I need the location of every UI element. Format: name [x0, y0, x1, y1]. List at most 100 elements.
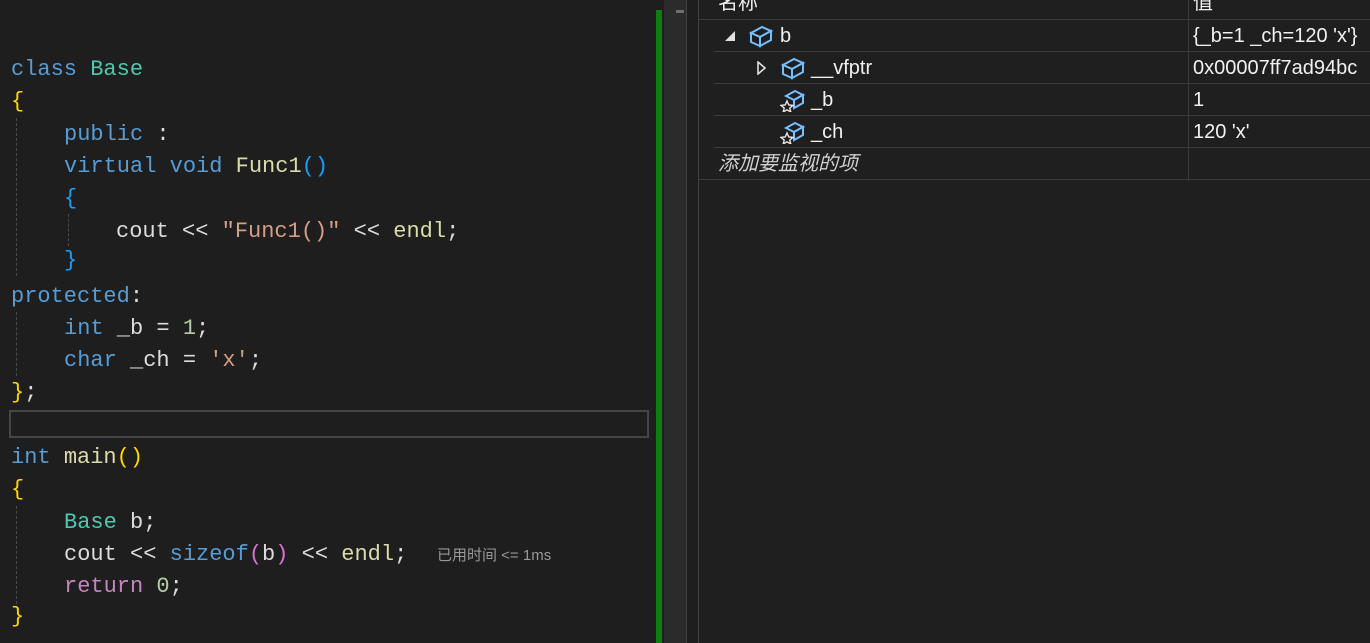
punctuation-token: ;: [169, 574, 183, 599]
punctuation-token: ;: [394, 542, 408, 567]
keyword-token: class: [11, 57, 78, 82]
indent-guide: [16, 312, 17, 376]
watch-header: 名称 值: [699, 0, 1370, 20]
keyword-token: char: [64, 348, 117, 373]
watch-row[interactable]: __vfptr 0x00007ff7ad94bc: [714, 52, 1370, 84]
indent-guide: [16, 118, 17, 276]
protected-field-icon: [780, 89, 806, 112]
code-line: virtual void Func1(): [64, 151, 328, 183]
keyword-token: void: [169, 154, 223, 179]
add-watch-placeholder[interactable]: 添加要监视的项: [718, 148, 858, 180]
number-token: 1: [182, 316, 197, 341]
indent-guide: [16, 506, 17, 604]
brace-token: {: [64, 186, 78, 211]
code-line: };: [11, 377, 37, 409]
identifier-token: _b =: [103, 316, 183, 341]
identifier-token: b;: [116, 510, 157, 535]
operator-token: <<: [116, 542, 170, 567]
code-line: {: [64, 183, 77, 215]
paren-token: (: [248, 542, 263, 567]
brace-token: }: [64, 248, 78, 273]
identifier-token: b: [262, 542, 276, 567]
operator-token: <<: [168, 219, 222, 244]
punctuation-token: ;: [24, 380, 38, 405]
change-tracking-bar: [656, 10, 662, 643]
expanded-triangle-icon[interactable]: [724, 30, 736, 42]
scroll-up-icon[interactable]: [676, 10, 684, 13]
operator-token: <<: [288, 542, 342, 567]
paren-token: (): [116, 445, 144, 470]
code-line: }: [64, 245, 77, 277]
identifier-token: endl: [393, 219, 447, 244]
code-line: cout << sizeof(b) << endl;: [64, 539, 407, 571]
code-line: int main(): [11, 442, 143, 474]
pane-splitter[interactable]: [686, 0, 699, 643]
class-name-token: Base: [90, 57, 144, 82]
type-token: Base: [64, 510, 117, 535]
keyword-token: protected: [11, 284, 130, 309]
identifier-token: cout: [64, 542, 117, 567]
punctuation-token: ;: [248, 348, 263, 373]
perf-tip[interactable]: 已用时间 <= 1ms: [437, 545, 551, 567]
add-watch-row[interactable]: 添加要监视的项: [699, 148, 1370, 180]
name-column-header[interactable]: 名称: [718, 0, 758, 19]
watch-row[interactable]: b {_b=1 _ch=120 'x'}: [714, 20, 1370, 52]
editor-vertical-scrollbar[interactable]: [664, 0, 686, 643]
paren-token: ): [275, 542, 289, 567]
string-token: 'x': [209, 348, 249, 373]
code-line: return 0;: [64, 571, 183, 603]
code-line: {: [11, 474, 24, 506]
brace-token: {: [11, 89, 25, 114]
watch-value[interactable]: 0x00007ff7ad94bc: [1193, 52, 1370, 84]
watch-row[interactable]: _b 1: [714, 84, 1370, 116]
code-editor[interactable]: class Base { public : virtual void Func1…: [0, 0, 652, 643]
watch-window: 名称 值 b {_b=1 _ch=120 'x'} __vfptr 0x0000…: [699, 0, 1370, 643]
punctuation-token: ;: [446, 219, 460, 244]
code-line: cout << "Func1()" << endl;: [116, 216, 459, 248]
keyword-token: return: [64, 574, 144, 599]
code-line: class Base: [11, 54, 143, 86]
punctuation-token: :: [143, 122, 170, 147]
identifier-token: _ch =: [116, 348, 210, 373]
watch-value[interactable]: {_b=1 _ch=120 'x'}: [1193, 20, 1370, 52]
watch-row[interactable]: _ch 120 'x': [714, 116, 1370, 148]
protected-field-icon: [780, 121, 806, 144]
number-token: 0: [156, 574, 170, 599]
keyword-token: int: [64, 316, 104, 341]
watch-name: b: [780, 25, 792, 47]
watch-name: __vfptr: [811, 57, 873, 79]
function-name-token: main: [63, 445, 117, 470]
code-line: {: [11, 86, 24, 118]
collapsed-triangle-icon[interactable]: [756, 61, 768, 75]
function-name-token: Func1: [235, 154, 302, 179]
keyword-token: public: [64, 122, 144, 147]
punctuation-token: :: [129, 284, 144, 309]
class-object-icon: [780, 57, 806, 80]
operator-token: <<: [340, 219, 394, 244]
brace-token: {: [11, 477, 25, 502]
class-object-icon: [748, 25, 774, 48]
keyword-token: sizeof: [169, 542, 249, 567]
keyword-token: int: [11, 445, 51, 470]
punctuation-token: ;: [196, 316, 210, 341]
brace-token: }: [11, 604, 25, 629]
code-line: Base b;: [64, 507, 156, 539]
code-line: public :: [64, 119, 170, 151]
paren-token: (): [301, 154, 329, 179]
identifier-token: endl: [341, 542, 395, 567]
code-line: char _ch = 'x';: [64, 345, 262, 377]
code-line: }: [11, 601, 24, 633]
string-token: "Func1()": [221, 219, 341, 244]
watch-value[interactable]: 120 'x': [1193, 116, 1370, 148]
code-line: int _b = 1;: [64, 313, 209, 345]
code-line: protected:: [11, 281, 143, 313]
watch-value[interactable]: 1: [1193, 84, 1370, 116]
indent-guide: [68, 214, 69, 246]
value-column-header[interactable]: 值: [1193, 0, 1213, 19]
watch-name: _ch: [811, 121, 844, 143]
keyword-token: virtual: [64, 154, 157, 179]
brace-token: }: [11, 380, 25, 405]
watch-name: _b: [811, 89, 834, 111]
current-line-highlight: [9, 410, 649, 438]
